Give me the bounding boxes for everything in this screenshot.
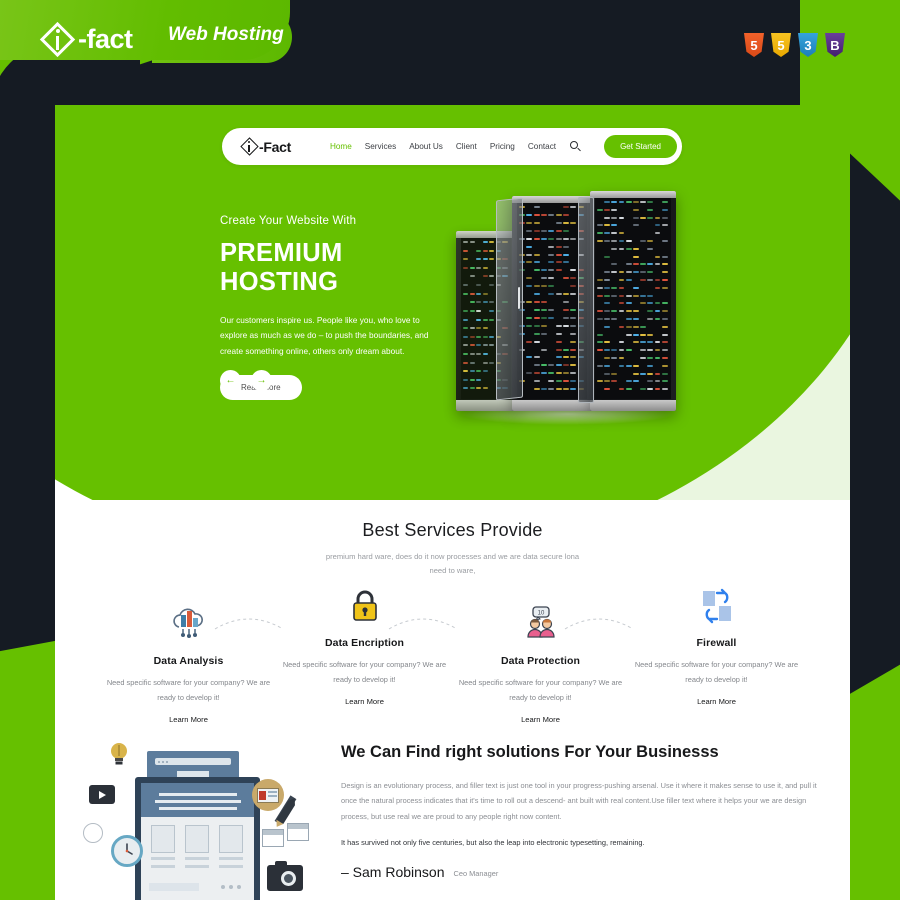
bootstrap-badge: B: [825, 33, 845, 57]
service-card-firewall[interactable]: Firewall Need specific software for your…: [629, 585, 805, 706]
service-card-title: Data Encription: [283, 637, 447, 649]
author-role: Ceo Manager: [454, 869, 499, 880]
service-card-text: Need specific software for your company?…: [635, 658, 799, 687]
nav-item-pricing[interactable]: Pricing: [490, 142, 515, 151]
services-cards: Data Analysis Need specific software for…: [55, 603, 850, 724]
services-title: Best Services Provide: [55, 520, 850, 541]
services-subtitle: premium hard ware, does do it now proces…: [318, 550, 588, 578]
window-icon-1: [262, 829, 284, 847]
image-thumbnail-icon: [252, 779, 284, 811]
server-rack-glass-door: [578, 197, 594, 403]
about-author: – Sam Robinson Ceo Manager: [341, 864, 828, 880]
connector-arc-1: [213, 611, 285, 633]
about-paragraph-2: It has survived not only five centuries,…: [341, 835, 828, 850]
svg-text:10: 10: [537, 611, 544, 617]
nav-item-home[interactable]: Home: [330, 142, 352, 151]
search-icon[interactable]: [570, 141, 581, 152]
navbar-logo[interactable]: -Fact: [240, 138, 291, 156]
service-card-title: Data Analysis: [107, 655, 271, 667]
connector-arc-3: [563, 611, 635, 633]
carousel-next-arrow-icon[interactable]: →: [251, 370, 272, 391]
site-navbar: -Fact Home Services About Us Client Pric…: [222, 128, 682, 165]
topbar: -fact Web Hosting 5 5 3 B: [0, 0, 900, 78]
lightbulb-icon: [109, 741, 129, 767]
play-button-icon: [89, 785, 115, 804]
about-copy: We Can Find right solutions For Your Bus…: [341, 735, 828, 900]
hero-section: -Fact Home Services About Us Client Pric…: [55, 105, 850, 500]
server-rack-open-door: [496, 198, 523, 401]
illustration-clipboard-page: [141, 783, 254, 900]
nav-item-about-us[interactable]: About Us: [409, 142, 443, 151]
service-card-learn-more-link[interactable]: Learn More: [459, 715, 623, 724]
web-design-workspace-illustration: [77, 735, 327, 900]
service-card-learn-more-link[interactable]: Learn More: [283, 697, 447, 706]
tech-badges: 5 5 3 B: [744, 33, 845, 57]
service-card-text: Need specific software for your company?…: [283, 658, 447, 687]
clock-icon: [111, 835, 143, 867]
css3-badge: 3: [798, 33, 818, 57]
navbar-logo-text: -Fact: [259, 139, 291, 155]
hero-server-image: [450, 190, 680, 425]
html5-badge: 5: [744, 33, 764, 57]
service-card-title: Data Protection: [459, 655, 623, 667]
about-paragraph-1: Design is an evolutionary process, and f…: [341, 778, 828, 824]
author-name: – Sam Robinson: [341, 864, 445, 880]
service-card-title: Firewall: [635, 637, 799, 649]
services-section: Best Services Provide premium hard ware,…: [55, 520, 850, 724]
hero-paragraph: Our customers inspire us. People like yo…: [220, 313, 435, 359]
nav-item-services[interactable]: Services: [365, 142, 396, 151]
service-card-text: Need specific software for your company?…: [459, 676, 623, 705]
diamond-i-logo-icon: [240, 138, 258, 156]
camera-icon: [267, 865, 303, 891]
service-card-learn-more-link[interactable]: Learn More: [635, 697, 799, 706]
navbar-links: Home Services About Us Client Pricing Co…: [330, 135, 677, 158]
firewall-sync-icon: [635, 585, 799, 627]
hero-carousel-arrows: ← →: [220, 370, 272, 391]
carousel-prev-arrow-icon[interactable]: ←: [220, 370, 241, 391]
service-card-text: Need specific software for your company?…: [107, 676, 271, 705]
get-started-button[interactable]: Get Started: [604, 135, 677, 158]
nav-item-client[interactable]: Client: [456, 142, 477, 151]
brand-logo-text: -fact: [78, 24, 133, 55]
js-badge: 5: [771, 33, 791, 57]
brand-logo[interactable]: -fact: [40, 22, 133, 57]
category-label: Web Hosting: [168, 24, 284, 46]
diamond-i-logo-icon: [40, 22, 75, 57]
service-card-learn-more-link[interactable]: Learn More: [107, 715, 271, 724]
globe-icon: [83, 823, 103, 843]
service-card-data-encription[interactable]: Data Encription Need specific software f…: [277, 585, 453, 706]
about-section: We Can Find right solutions For Your Bus…: [55, 735, 850, 900]
window-icon-2: [287, 823, 309, 841]
about-title: We Can Find right solutions For Your Bus…: [341, 741, 828, 763]
hero-title: PREMIUM HOSTING: [220, 239, 455, 297]
server-rack-right: [590, 191, 676, 411]
nav-item-contact[interactable]: Contact: [528, 142, 556, 151]
hero-eyebrow: Create Your Website With: [220, 215, 455, 227]
connector-arc-2: [387, 611, 459, 633]
website-preview-canvas: -Fact Home Services About Us Client Pric…: [55, 105, 850, 900]
